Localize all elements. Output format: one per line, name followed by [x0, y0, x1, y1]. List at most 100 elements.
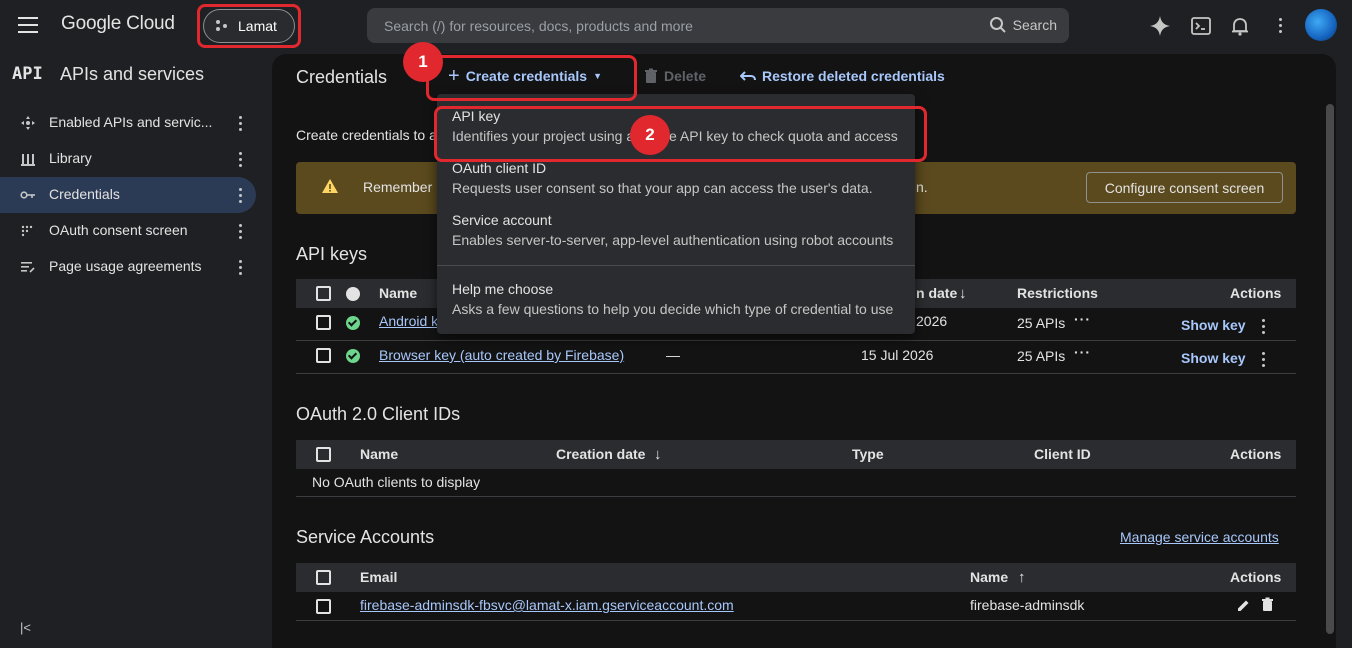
sidebar-item-enabled-apis[interactable]: Enabled APIs and servic... [0, 105, 256, 141]
row-more-icon[interactable] [1262, 317, 1265, 334]
column-header-actions: Actions [1230, 569, 1282, 585]
select-all-checkbox[interactable] [316, 447, 331, 462]
create-credentials-button[interactable]: + Create credentials ▼ [448, 65, 603, 87]
column-header-restrictions: Restrictions [1017, 285, 1098, 301]
menu-item-desc: Requests user consent so that your app c… [452, 180, 873, 196]
service-account-email-link[interactable]: firebase-adminsdk-fbsvc@lamat-x.iam.gser… [360, 597, 734, 613]
menu-icon[interactable] [18, 17, 38, 33]
dropdown-arrow-icon: ▼ [593, 71, 603, 81]
cloud-shell-icon[interactable] [1190, 15, 1212, 37]
show-key-button[interactable]: Show key [1181, 350, 1246, 366]
menu-item-desc: Asks a few questions to help you decide … [452, 301, 894, 317]
sidebar-item-label: Enabled APIs and servic... [49, 114, 213, 130]
creation-date: 2026 [916, 313, 948, 329]
sort-down-arrow-icon[interactable]: ↓ [654, 446, 662, 463]
menu-item-title: API key [452, 108, 501, 124]
row-checkbox[interactable] [316, 599, 331, 614]
top-bar: Google Cloud Lamat Search (/) for resour… [0, 0, 1352, 52]
status-ok-icon [346, 349, 360, 363]
sidebar-item-label: Library [49, 150, 92, 166]
edit-pencil-icon[interactable] [1236, 598, 1251, 613]
menu-item-oauth-client-id[interactable]: OAuth client ID Requests user consent so… [437, 156, 915, 200]
project-name: Lamat [238, 18, 277, 34]
more-vert-icon[interactable] [234, 114, 246, 132]
column-header-creation-date[interactable]: n date [916, 285, 957, 301]
gemini-sparkle-icon[interactable] [1149, 15, 1171, 37]
menu-item-title: Service account [452, 212, 552, 228]
menu-divider [437, 265, 915, 266]
more-vert-icon[interactable] [234, 150, 246, 168]
restrictions-more-icon[interactable]: ··· [1074, 344, 1091, 360]
project-picker-button[interactable]: Lamat [203, 9, 295, 43]
search-icon [989, 17, 1006, 33]
sidebar-item-label: OAuth consent screen [49, 222, 188, 238]
sidebar-item-label: Page usage agreements [49, 258, 202, 274]
restore-deleted-credentials-button[interactable]: Restore deleted credentials [740, 68, 945, 84]
collapse-sidebar-icon[interactable]: |< [20, 620, 31, 635]
search-button-label: Search [1012, 17, 1057, 33]
table-row: Browser key (auto created by Firebase) —… [296, 341, 1296, 374]
show-key-button[interactable]: Show key [1181, 317, 1246, 333]
sort-down-arrow-icon[interactable]: ↓ [959, 285, 967, 302]
restrictions-value: 25 APIs [1017, 315, 1066, 331]
status-header-icon [346, 287, 360, 301]
sidebar-item-label: Credentials [49, 186, 120, 202]
api-key-name-link[interactable]: Browser key (auto created by Firebase) [379, 347, 624, 363]
menu-item-api-key[interactable]: API key Identifies your project using a … [437, 104, 915, 148]
configure-consent-screen-button[interactable]: Configure consent screen [1086, 172, 1283, 203]
service-account-name: firebase-adminsdk [970, 597, 1085, 613]
key-icon [20, 191, 35, 199]
main-scrollbar[interactable] [1326, 104, 1334, 634]
sidebar-item-library[interactable]: Library [0, 141, 256, 177]
delete-label: Delete [664, 68, 707, 84]
more-options-icon[interactable] [1270, 15, 1290, 37]
row-checkbox[interactable] [316, 315, 331, 330]
column-header-email: Email [360, 569, 398, 585]
enabled-apis-icon [21, 116, 35, 130]
menu-item-help-me-choose[interactable]: Help me choose Asks a few questions to h… [437, 277, 915, 321]
restrictions-value: 25 APIs [1017, 348, 1066, 364]
project-icon [216, 20, 228, 32]
search-placeholder: Search (/) for resources, docs, products… [384, 17, 693, 34]
consent-icon [21, 225, 33, 237]
column-header-type: Type [852, 446, 884, 462]
row-more-icon[interactable] [1262, 350, 1265, 367]
google-cloud-logo[interactable]: Google Cloud [61, 13, 175, 35]
column-header-name[interactable]: Name [379, 285, 417, 301]
column-header-name[interactable]: Name [360, 446, 398, 462]
restore-label: Restore deleted credentials [762, 68, 945, 84]
sidebar-item-page-usage[interactable]: Page usage agreements [0, 249, 256, 285]
select-all-checkbox[interactable] [316, 570, 331, 585]
column-header-creation-date[interactable]: Creation date [556, 446, 645, 462]
select-all-checkbox[interactable] [316, 286, 331, 301]
menu-item-title: Help me choose [452, 281, 554, 297]
sidebar-item-credentials[interactable]: Credentials [0, 177, 256, 213]
row-checkbox[interactable] [316, 348, 331, 363]
sidebar-item-oauth-consent[interactable]: OAuth consent screen [0, 213, 256, 249]
more-vert-icon[interactable] [234, 222, 246, 240]
restrictions-more-icon[interactable]: ··· [1074, 311, 1091, 327]
banner-text: Remember [363, 179, 433, 195]
notifications-bell-icon[interactable] [1229, 15, 1251, 37]
status-ok-icon [346, 316, 360, 330]
column-header-name[interactable]: Name [970, 569, 1008, 585]
annotation-step-badge: 2 [630, 115, 670, 155]
manage-service-accounts-link[interactable]: Manage service accounts [1120, 529, 1279, 545]
warning-icon [322, 179, 338, 193]
account-avatar[interactable] [1305, 9, 1337, 41]
delete-button[interactable]: Delete [644, 68, 706, 84]
menu-item-desc-part-1: Identifies your project using a [452, 128, 635, 144]
banner-text-end: n. [916, 179, 928, 195]
menu-item-service-account[interactable]: Service account Enables server-to-server… [437, 208, 915, 252]
plus-icon: + [448, 65, 460, 87]
oauth-table-header: Name Creation date ↓ Type Client ID Acti… [296, 440, 1296, 469]
api-key-name-link[interactable]: Android k [379, 313, 438, 329]
more-vert-icon[interactable] [234, 186, 246, 204]
search-input[interactable]: Search (/) for resources, docs, products… [367, 8, 1069, 43]
sort-up-arrow-icon[interactable]: ↑ [1018, 569, 1026, 586]
service-accounts-title: Service Accounts [296, 527, 435, 547]
delete-trash-icon[interactable] [1261, 597, 1274, 612]
search-button[interactable]: Search [989, 16, 1057, 34]
trash-icon [645, 68, 657, 83]
more-vert-icon[interactable] [234, 258, 246, 276]
